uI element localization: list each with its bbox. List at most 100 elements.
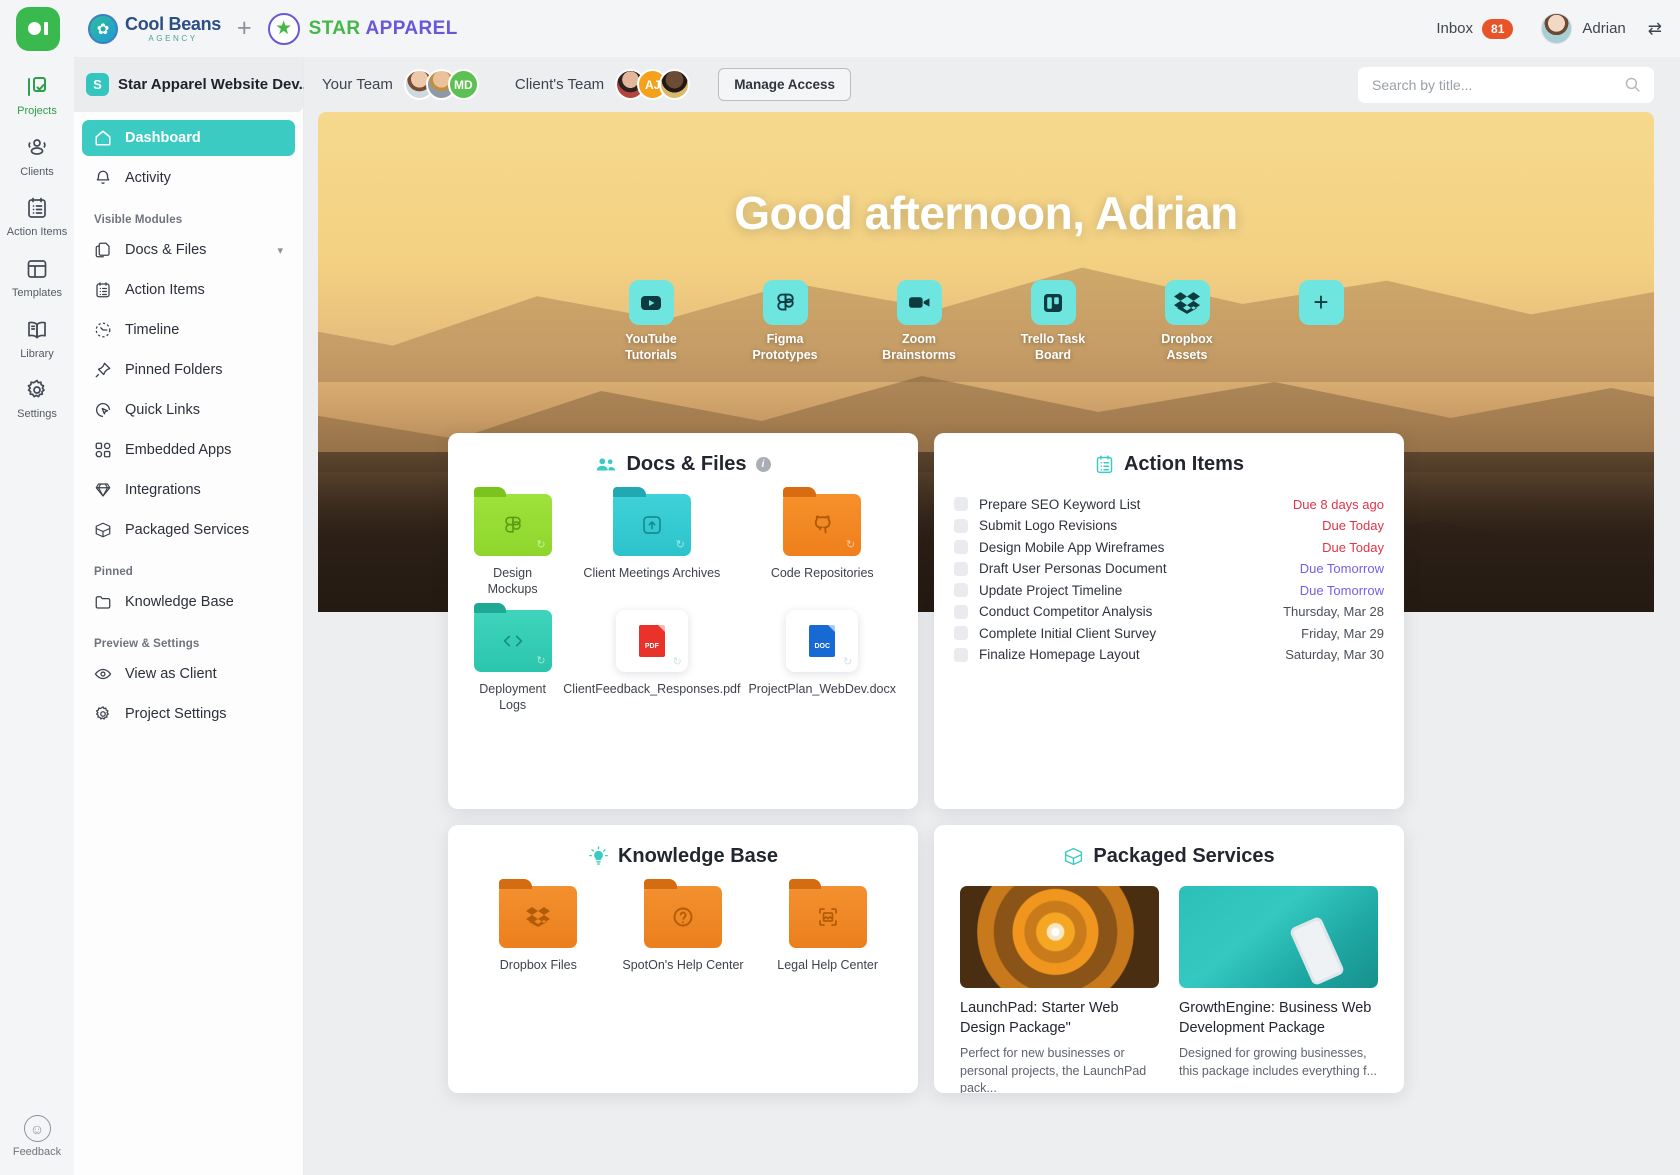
- app-shortcut-zoom[interactable]: Zoom Brainstorms: [873, 280, 965, 363]
- action-item-row[interactable]: Conduct Competitor Analysis Thursday, Ma…: [954, 602, 1384, 623]
- app-shortcut-add[interactable]: +: [1275, 280, 1367, 363]
- avatar-initials[interactable]: MD: [447, 69, 479, 100]
- folder-item[interactable]: Dropbox Files: [466, 879, 611, 973]
- project-header[interactable]: S Star Apparel Website Dev...: [74, 57, 311, 112]
- checkbox[interactable]: [954, 626, 968, 641]
- folder-label: Dropbox Files: [499, 958, 577, 972]
- action-item-row[interactable]: Update Project Timeline Due Tomorrow: [954, 580, 1384, 601]
- search-input[interactable]: [1358, 66, 1654, 103]
- packaged-service-item[interactable]: LaunchPad: Starter Web Design Package" P…: [960, 886, 1159, 1093]
- knowledge-base-title-text: Knowledge Base: [617, 845, 779, 867]
- sidebar-section-visible-modules: Visible Modules: [94, 214, 183, 226]
- switch-workspace-icon[interactable]: ⇄: [1648, 19, 1662, 39]
- folder-item[interactable]: SpotOn's Help Center: [611, 879, 756, 973]
- sidebar-label-integrations: Integrations: [125, 482, 201, 498]
- timeline-icon: [94, 321, 116, 339]
- sidebar-item-quick-links[interactable]: Quick Links: [82, 392, 295, 428]
- app-label-zoom: Zoom Brainstorms: [873, 332, 965, 363]
- app-label-line1: YouTube: [625, 332, 677, 346]
- app-shortcut-trello[interactable]: Trello Task Board: [1007, 280, 1099, 363]
- sidebar-item-integrations[interactable]: Integrations: [82, 472, 295, 508]
- sidebar-item-timeline[interactable]: Timeline: [82, 312, 295, 348]
- search-icon[interactable]: [1624, 76, 1641, 93]
- rail-label-projects: Projects: [17, 105, 57, 117]
- chevron-down-icon[interactable]: ▾: [277, 244, 283, 257]
- sidebar-item-embedded-apps[interactable]: Embedded Apps: [82, 432, 295, 468]
- file-item[interactable]: PDF ↻ ClientFeedback_Responses.pdf: [559, 609, 744, 714]
- rail-item-projects[interactable]: Projects: [2, 73, 72, 118]
- file-item[interactable]: DOC ↻ ProjectPlan_WebDev.docx: [744, 609, 900, 714]
- action-item-due: Due Tomorrow: [1299, 582, 1384, 598]
- sidebar-label-knowledge-base: Knowledge Base: [125, 594, 234, 610]
- rail-item-action-items[interactable]: Action Items: [2, 194, 72, 239]
- action-item-row[interactable]: Finalize Homepage Layout Saturday, Mar 3…: [954, 645, 1384, 666]
- info-icon[interactable]: i: [755, 457, 771, 472]
- rail-item-settings[interactable]: Settings: [2, 376, 72, 421]
- rail-item-templates[interactable]: Templates: [2, 255, 72, 300]
- top-bar: ✿ Cool Beans AGENCY + ★ STAR APPAREL Inb…: [0, 0, 1680, 57]
- user-name[interactable]: Adrian: [1582, 20, 1625, 37]
- rail-item-library[interactable]: Library: [2, 316, 72, 361]
- folder-item[interactable]: ↻ Deployment Logs: [466, 602, 559, 714]
- action-item-row[interactable]: Complete Initial Client Survey Friday, M…: [954, 623, 1384, 644]
- action-item-task: Draft User Personas Document: [979, 561, 1167, 577]
- rail-label-action-items: Action Items: [6, 226, 68, 239]
- action-item-row[interactable]: Design Mobile App Wireframes Due Today: [954, 537, 1384, 558]
- app-shortcut-youtube[interactable]: YouTube Tutorials: [605, 280, 697, 363]
- sidebar-item-packaged-services[interactable]: Packaged Services: [82, 512, 295, 548]
- checkbox[interactable]: [954, 497, 968, 512]
- home-icon: [94, 129, 116, 147]
- folder-item[interactable]: Legal Help Center: [755, 879, 900, 973]
- manage-access-button[interactable]: Manage Access: [718, 68, 851, 101]
- app-shortcut-dropbox[interactable]: Dropbox Assets: [1141, 280, 1233, 363]
- file-icon: PDF ↻: [615, 609, 688, 672]
- folder-item[interactable]: ↻ Code Repositories: [744, 487, 900, 598]
- integrations-icon: [94, 481, 116, 499]
- sidebar-item-pinned-folders[interactable]: Pinned Folders: [82, 352, 295, 388]
- packaged-services-grid: LaunchPad: Starter Web Design Package" P…: [952, 886, 1386, 1093]
- action-items-icon: [94, 281, 116, 299]
- folder-item[interactable]: ↻ Design Mockups: [466, 487, 559, 598]
- action-item-due: Thursday, Mar 28: [1283, 604, 1384, 620]
- checkbox[interactable]: [954, 583, 968, 598]
- sidebar-item-view-as-client[interactable]: View as Client: [82, 656, 295, 692]
- action-item-row[interactable]: Submit Logo Revisions Due Today: [954, 516, 1384, 537]
- service-description: Perfect for new businesses or personal p…: [960, 1046, 1147, 1093]
- clients-team-avatars[interactable]: AJ: [615, 69, 691, 100]
- people-icon: [595, 454, 617, 476]
- action-item-row[interactable]: Draft User Personas Document Due Tomorro…: [954, 559, 1384, 580]
- checkbox[interactable]: [954, 540, 968, 555]
- sidebar-item-activity[interactable]: Activity: [82, 160, 295, 196]
- folder-label: Legal Help Center: [777, 958, 879, 972]
- your-team-avatars[interactable]: MD: [403, 69, 479, 100]
- team-bar: Your Team MD Client's Team AJ Manage Acc…: [304, 57, 1680, 112]
- app-logo[interactable]: [16, 6, 60, 51]
- avatar[interactable]: [659, 69, 691, 100]
- action-item-due: Due Tomorrow: [1299, 561, 1384, 577]
- checkbox[interactable]: [954, 604, 968, 619]
- folder-item[interactable]: ↻ Client Meetings Archives: [559, 487, 744, 598]
- packaged-service-item[interactable]: GrowthEngine: Business Web Development P…: [1179, 886, 1378, 1093]
- checkbox[interactable]: [954, 561, 968, 576]
- sync-icon: ↻: [536, 539, 546, 551]
- sidebar-item-dashboard[interactable]: Dashboard: [82, 120, 295, 156]
- sidebar-item-action-items[interactable]: Action Items: [82, 272, 295, 308]
- feedback-button[interactable]: ☺ Feedback: [2, 1115, 72, 1159]
- action-item-row[interactable]: Prepare SEO Keyword List Due 8 days ago: [954, 494, 1384, 515]
- sidebar-item-knowledge-base[interactable]: Knowledge Base: [82, 584, 295, 620]
- folder-label: SpotOn's Help Center: [622, 958, 744, 972]
- app-shortcut-figma[interactable]: Figma Prototypes: [739, 280, 831, 363]
- packaged-services-card-title: Packaged Services: [952, 845, 1386, 868]
- avatar[interactable]: [1541, 13, 1573, 44]
- sidebar-item-project-settings[interactable]: Project Settings: [82, 696, 295, 732]
- checkbox[interactable]: [954, 647, 968, 662]
- rail-item-clients[interactable]: Clients: [2, 134, 72, 179]
- checkbox[interactable]: [954, 518, 968, 533]
- clipboard-icon: [1094, 454, 1115, 475]
- star-apparel-logo-icon: ★: [267, 12, 300, 45]
- project-sidebar: S Star Apparel Website Dev... Dashboard …: [74, 57, 311, 1175]
- templates-icon: [2, 255, 72, 283]
- inbox-link[interactable]: Inbox: [1436, 20, 1473, 37]
- service-thumbnail: [960, 886, 1159, 988]
- sidebar-item-docs-files[interactable]: Docs & Files ▾: [82, 232, 295, 268]
